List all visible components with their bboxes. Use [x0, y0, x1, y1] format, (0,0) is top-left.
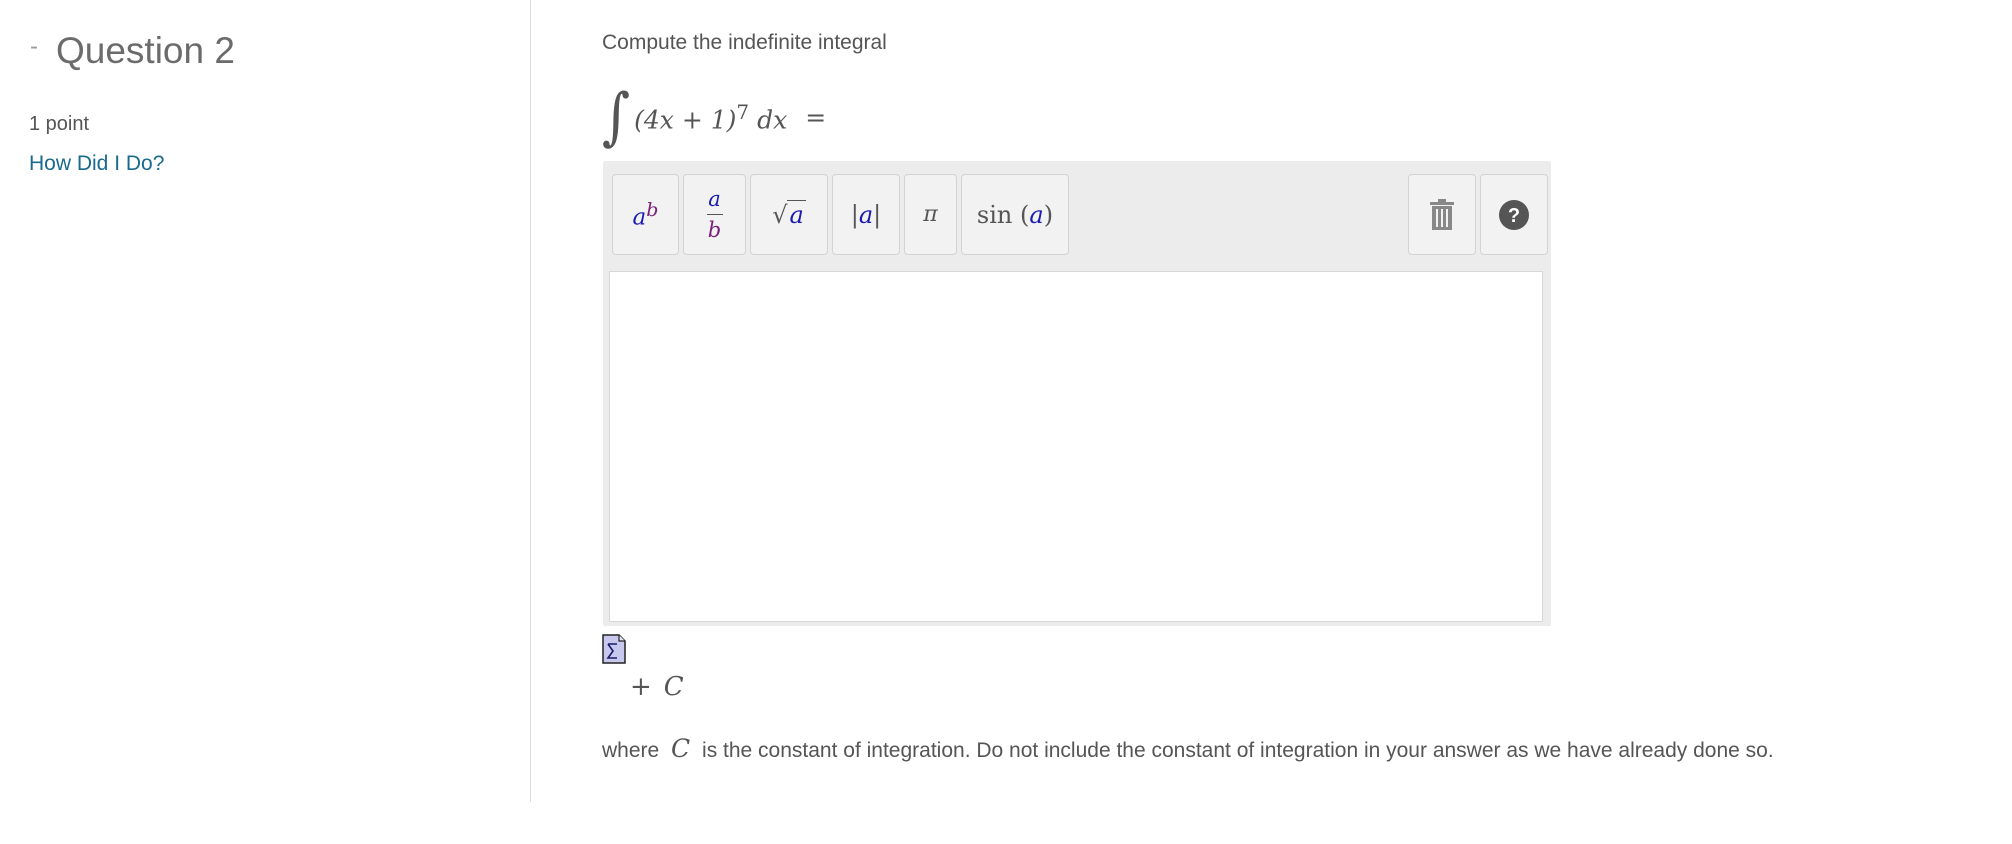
plus-sign: + [630, 672, 652, 702]
help-icon: ? [1499, 199, 1529, 230]
question-prompt: Compute the indefinite integral [602, 31, 887, 54]
differential: dx [757, 105, 788, 135]
math-toolbar: ab ab √a |a| π sin (a) ? [603, 161, 1551, 269]
equation-sigma-icon[interactable] [602, 634, 626, 664]
math-editor: ab ab √a |a| π sin (a) ? [603, 161, 1551, 626]
points-label: 1 point [29, 113, 90, 135]
pi-symbol: π [923, 202, 938, 227]
help-symbol: ? [1508, 205, 1520, 227]
help-button[interactable]: ? [1480, 174, 1548, 255]
sine-argument: a [1029, 200, 1044, 229]
collapse-toggle[interactable]: - [30, 33, 56, 61]
power-button[interactable]: ab [612, 174, 679, 255]
question-header: - Question 2 [30, 30, 235, 72]
integrand-base: (4x + 1) [634, 105, 737, 135]
power-base: a [632, 204, 647, 231]
note-constant: C [671, 734, 691, 763]
square-root-button[interactable]: √a [750, 174, 828, 255]
question-sidebar: - Question 2 1 point How Did I Do? [0, 0, 531, 802]
fraction-denominator: b [707, 218, 722, 242]
constant-c: C [663, 672, 684, 702]
fraction-button[interactable]: ab [683, 174, 746, 255]
how-did-i-do-link[interactable]: How Did I Do? [29, 152, 164, 176]
integrand: (4x + 1)7 dx [634, 100, 787, 134]
plus-constant: + C [630, 672, 684, 702]
trash-icon [1430, 198, 1454, 230]
note-after: is the constant of integration. Do not i… [702, 739, 1774, 762]
constant-note: where C is the constant of integration. … [602, 734, 1774, 763]
sine-close-paren: ) [1043, 200, 1054, 229]
abs-right-bar: | [873, 200, 882, 229]
sqrt-argument: a [787, 199, 806, 229]
sqrt-symbol: √ [772, 200, 788, 229]
equals-sign: = [805, 102, 827, 132]
pi-button[interactable]: π [904, 174, 957, 255]
question-title: Question 2 [56, 30, 235, 71]
fraction-bar [706, 214, 723, 215]
abs-argument: a [858, 200, 874, 229]
integrand-exponent: 7 [736, 99, 750, 124]
sine-open-paren: ( [1020, 200, 1030, 229]
absolute-value-button[interactable]: |a| [832, 174, 900, 255]
note-before: where [602, 739, 660, 762]
sine-button[interactable]: sin (a) [961, 174, 1069, 255]
integral-sign: ∫ [602, 80, 631, 153]
abs-left-bar: | [850, 200, 859, 229]
answer-input[interactable] [609, 271, 1543, 622]
power-exponent: b [646, 198, 659, 221]
integral-expression: ∫ (4x + 1)7 dx = [602, 82, 826, 152]
sine-function: sin [976, 200, 1013, 229]
clear-button[interactable] [1408, 174, 1476, 255]
fraction-numerator: a [708, 187, 721, 211]
